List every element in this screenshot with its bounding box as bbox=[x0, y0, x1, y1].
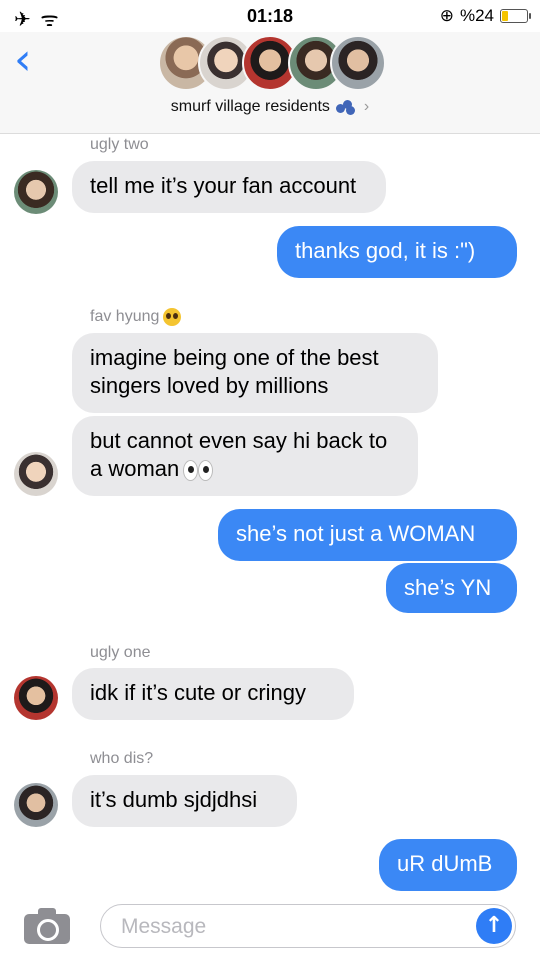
message-bubble-outgoing: thanks god, it is :") bbox=[277, 226, 517, 278]
message-bubble-outgoing: uR dUmB bbox=[379, 839, 517, 891]
sender-name: ugly two bbox=[90, 136, 149, 153]
avatar[interactable] bbox=[14, 170, 58, 214]
battery-percent: %24 bbox=[459, 6, 494, 25]
conversation-header: ‹ smurf village residents › bbox=[0, 32, 540, 134]
send-arrow-icon[interactable]: ↑ bbox=[476, 908, 512, 944]
group-title[interactable]: smurf village residents › bbox=[0, 98, 540, 116]
message-bubble-incoming: tell me it’s your fan account bbox=[72, 161, 386, 213]
message-composer: Message ↑ bbox=[0, 896, 540, 960]
message-bubble-incoming: but cannot even say hi back to a woman bbox=[72, 416, 418, 496]
sender-name: ugly one bbox=[90, 644, 151, 661]
sender-name: fav hyung bbox=[90, 308, 182, 326]
message-input[interactable]: Message ↑ bbox=[100, 904, 516, 948]
message-placeholder: Message bbox=[121, 915, 207, 938]
status-right: ⊕ %24 bbox=[439, 6, 531, 26]
message-bubble-incoming: idk if it’s cute or cringy bbox=[72, 668, 354, 720]
orientation-lock-icon: ⊕ bbox=[439, 6, 454, 25]
avatar[interactable] bbox=[14, 783, 58, 827]
avatar bbox=[330, 35, 386, 91]
status-bar: ✈ ᯤ 01:18 ⊕ %24 bbox=[0, 0, 540, 32]
back-chevron-icon[interactable]: ‹ bbox=[14, 36, 32, 84]
eyes-emoji-icon bbox=[183, 460, 214, 482]
message-bubble-outgoing: she’s YN bbox=[386, 563, 517, 613]
avatar[interactable] bbox=[14, 452, 58, 496]
avatar[interactable] bbox=[14, 676, 58, 720]
battery-icon bbox=[500, 9, 531, 23]
message-bubble-incoming: imagine being one of the best singers lo… bbox=[72, 333, 438, 413]
group-name: smurf village residents bbox=[170, 98, 330, 115]
group-avatars[interactable] bbox=[158, 35, 388, 93]
pleading-face-emoji-icon bbox=[163, 308, 182, 326]
sender-name-text: fav hyung bbox=[90, 308, 160, 326]
message-bubble-incoming: it’s dumb sjdjdhsi bbox=[72, 775, 297, 827]
camera-icon[interactable] bbox=[24, 908, 70, 944]
chevron-right-icon: › bbox=[363, 98, 370, 115]
message-text: but cannot even say hi back to a woman bbox=[90, 428, 388, 481]
blueberries-emoji-icon bbox=[335, 99, 356, 115]
message-bubble-outgoing: she’s not just a WOMAN bbox=[218, 509, 517, 561]
sender-name: who dis? bbox=[90, 750, 154, 767]
